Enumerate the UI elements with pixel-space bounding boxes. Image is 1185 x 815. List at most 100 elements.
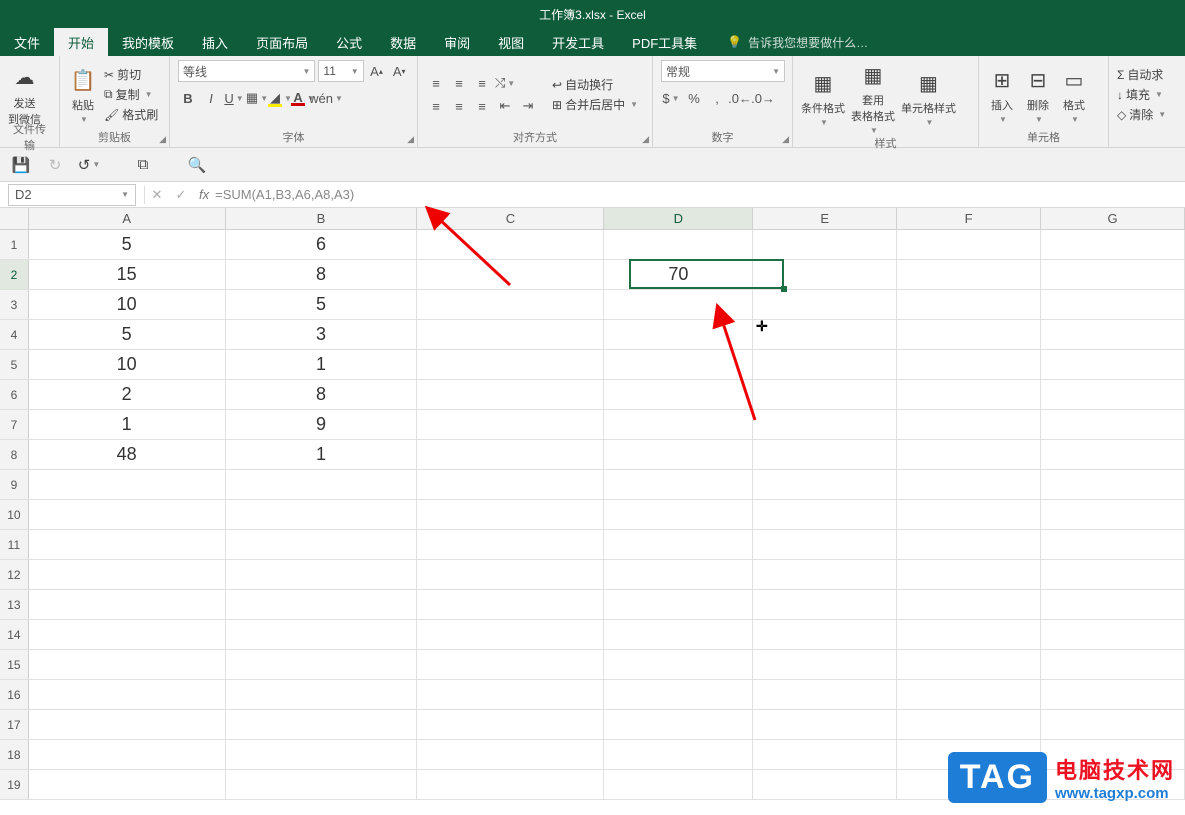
cell-B5[interactable]: 1	[226, 350, 418, 379]
italic-button[interactable]: I	[201, 88, 221, 108]
copy-button[interactable]: ⧉复制▼	[104, 86, 158, 103]
font-dialog-launcher[interactable]: ◢	[407, 134, 414, 145]
cell-A11[interactable]	[29, 530, 226, 559]
cell-C10[interactable]	[417, 500, 604, 529]
row-header-13[interactable]: 13	[0, 590, 29, 619]
decrease-indent-button[interactable]: ⇤	[495, 96, 515, 116]
column-header-D[interactable]: D	[604, 208, 753, 229]
decrease-font-button[interactable]: A▾	[389, 61, 409, 81]
qat-btn-1[interactable]: ⧉	[132, 154, 154, 176]
cell-C1[interactable]	[417, 230, 604, 259]
cell-C11[interactable]	[417, 530, 604, 559]
cell-F10[interactable]	[897, 500, 1041, 529]
cell-C19[interactable]	[417, 770, 604, 799]
cell-D17[interactable]	[604, 710, 753, 739]
cell-F12[interactable]	[897, 560, 1041, 589]
align-right-button[interactable]: ≡	[472, 96, 492, 116]
cell-D8[interactable]	[604, 440, 753, 469]
column-header-E[interactable]: E	[753, 208, 897, 229]
cell-B9[interactable]	[226, 470, 418, 499]
cell-G4[interactable]	[1041, 320, 1185, 349]
cell-B4[interactable]: 3	[226, 320, 418, 349]
row-header-4[interactable]: 4	[0, 320, 29, 349]
cell-C16[interactable]	[417, 680, 604, 709]
cell-G2[interactable]	[1041, 260, 1185, 289]
cell-B8[interactable]: 1	[226, 440, 418, 469]
cell-B16[interactable]	[226, 680, 418, 709]
row-header-8[interactable]: 8	[0, 440, 29, 469]
cell-F6[interactable]	[897, 380, 1041, 409]
cell-F5[interactable]	[897, 350, 1041, 379]
cell-A1[interactable]: 5	[29, 230, 226, 259]
cell-G9[interactable]	[1041, 470, 1185, 499]
cell-B2[interactable]: 8	[226, 260, 418, 289]
cell-styles-button[interactable]: ▦单元格样式▼	[901, 68, 956, 127]
cell-A8[interactable]: 48	[29, 440, 226, 469]
cell-A10[interactable]	[29, 500, 226, 529]
paste-button[interactable]: 📋 粘贴▼	[68, 65, 98, 124]
cell-A3[interactable]: 10	[29, 290, 226, 319]
row-header-17[interactable]: 17	[0, 710, 29, 739]
cell-A9[interactable]	[29, 470, 226, 499]
cell-A12[interactable]	[29, 560, 226, 589]
row-header-3[interactable]: 3	[0, 290, 29, 319]
cell-F2[interactable]	[897, 260, 1041, 289]
cell-A4[interactable]: 5	[29, 320, 226, 349]
conditional-format-button[interactable]: ▦条件格式▼	[801, 68, 845, 127]
tab-pdf[interactable]: PDF工具集	[618, 28, 711, 56]
tab-review[interactable]: 审阅	[430, 28, 484, 56]
tab-file[interactable]: 文件	[0, 28, 54, 56]
save-button[interactable]: 💾	[10, 154, 32, 176]
cell-F13[interactable]	[897, 590, 1041, 619]
cell-A16[interactable]	[29, 680, 226, 709]
cell-C12[interactable]	[417, 560, 604, 589]
cell-B10[interactable]	[226, 500, 418, 529]
accounting-format-button[interactable]: $▼	[661, 88, 681, 108]
cell-G12[interactable]	[1041, 560, 1185, 589]
cell-G11[interactable]	[1041, 530, 1185, 559]
cell-G15[interactable]	[1041, 650, 1185, 679]
cell-C5[interactable]	[417, 350, 604, 379]
cell-G17[interactable]	[1041, 710, 1185, 739]
row-header-16[interactable]: 16	[0, 680, 29, 709]
cell-F8[interactable]	[897, 440, 1041, 469]
tab-home[interactable]: 开始	[54, 28, 108, 56]
cell-G7[interactable]	[1041, 410, 1185, 439]
row-header-7[interactable]: 7	[0, 410, 29, 439]
cell-G13[interactable]	[1041, 590, 1185, 619]
formula-text[interactable]: =SUM(A1,B3,A6,A8,A3)	[215, 187, 354, 202]
cell-D15[interactable]	[604, 650, 753, 679]
cut-button[interactable]: ✂剪切	[104, 66, 158, 83]
font-size-combo[interactable]: 11▼	[318, 60, 363, 82]
cell-D5[interactable]	[604, 350, 753, 379]
percent-button[interactable]: %	[684, 88, 704, 108]
fill-color-button[interactable]: ◢▼	[270, 88, 290, 108]
cell-E6[interactable]	[753, 380, 897, 409]
increase-indent-button[interactable]: ⇥	[518, 96, 538, 116]
cancel-formula-button[interactable]: ✕	[145, 187, 169, 203]
cell-C3[interactable]	[417, 290, 604, 319]
cell-E12[interactable]	[753, 560, 897, 589]
tab-insert[interactable]: 插入	[188, 28, 242, 56]
delete-cells-button[interactable]: ⊟删除▼	[1023, 65, 1053, 124]
fill-button[interactable]: ↓填充▼	[1117, 86, 1166, 103]
column-header-F[interactable]: F	[897, 208, 1041, 229]
cell-G14[interactable]	[1041, 620, 1185, 649]
align-left-button[interactable]: ≡	[426, 96, 446, 116]
cell-D14[interactable]	[604, 620, 753, 649]
cell-F16[interactable]	[897, 680, 1041, 709]
row-header-10[interactable]: 10	[0, 500, 29, 529]
fx-icon[interactable]: fx	[199, 187, 209, 202]
cell-A5[interactable]: 10	[29, 350, 226, 379]
cell-D13[interactable]	[604, 590, 753, 619]
row-header-9[interactable]: 9	[0, 470, 29, 499]
number-format-combo[interactable]: 常规▼	[661, 60, 785, 82]
font-name-combo[interactable]: 等线▼	[178, 60, 315, 82]
row-header-1[interactable]: 1	[0, 230, 29, 259]
increase-decimal-button[interactable]: .0←	[730, 88, 750, 108]
cell-E17[interactable]	[753, 710, 897, 739]
cell-C4[interactable]	[417, 320, 604, 349]
row-header-15[interactable]: 15	[0, 650, 29, 679]
cell-E15[interactable]	[753, 650, 897, 679]
cell-C17[interactable]	[417, 710, 604, 739]
